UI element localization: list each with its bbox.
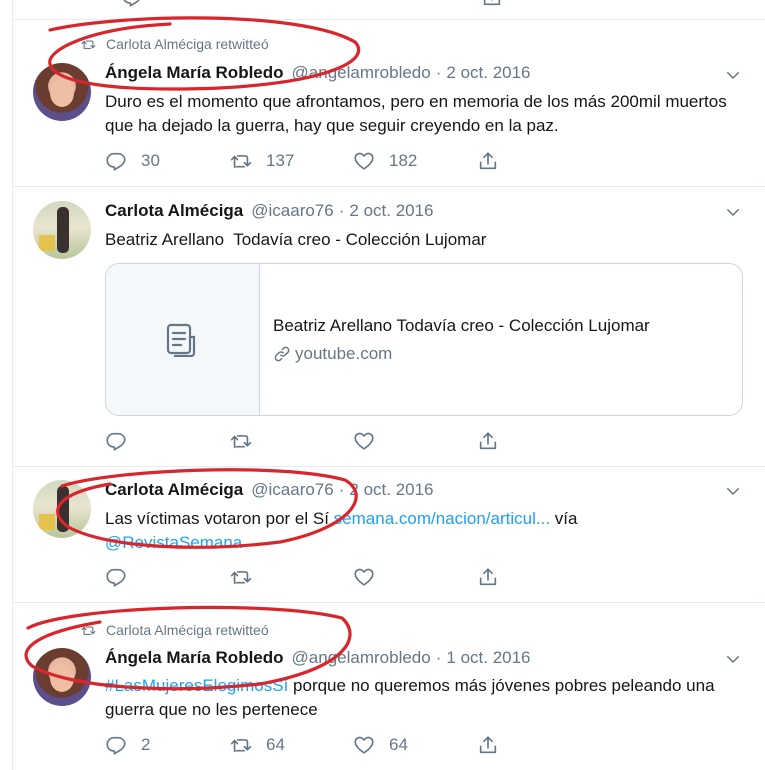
- retweeted-by[interactable]: Carlota Alméciga retwitteó: [106, 36, 269, 52]
- retweeted-by[interactable]: Carlota Alméciga retwitteó: [106, 622, 269, 638]
- avatar[interactable]: [33, 201, 91, 259]
- author-name[interactable]: Ángela María Robledo: [105, 648, 284, 668]
- card-url: youtube.com: [273, 344, 392, 364]
- retweet-icon: [230, 566, 252, 588]
- share-icon: [477, 734, 499, 756]
- tweet-text: Duro es el momento que afrontamos, pero …: [105, 92, 727, 135]
- tweet-date[interactable]: 2 oct. 2016: [349, 201, 433, 221]
- like-button[interactable]: [353, 566, 375, 588]
- tweet-header: Ángela María Robledo @angelamrobledo · 1…: [105, 648, 531, 668]
- divider: [13, 602, 765, 603]
- avatar[interactable]: [33, 480, 91, 538]
- share-button[interactable]: [477, 566, 499, 588]
- date-separator: ·: [338, 201, 345, 220]
- share-button[interactable]: [477, 430, 499, 452]
- retweet-button[interactable]: [230, 430, 252, 452]
- author-handle[interactable]: @icaaro76: [251, 480, 333, 500]
- retweet-button[interactable]: [230, 566, 252, 588]
- author-name[interactable]: Carlota Alméciga: [105, 201, 243, 221]
- divider: [13, 186, 765, 187]
- tweet-text: #LasMujeresElegimosSí porque no queremos…: [105, 674, 745, 722]
- author-name[interactable]: Carlota Alméciga: [105, 480, 243, 500]
- retweet-count: 64: [266, 735, 285, 754]
- retweet-icon: [230, 734, 252, 756]
- reply-count: 2: [141, 735, 151, 754]
- card-url-text: youtube.com: [295, 344, 393, 363]
- reply-count: 30: [141, 151, 160, 170]
- chevron-down-icon[interactable]: [724, 66, 742, 84]
- link-card[interactable]: Beatriz Arellano Todavía creo - Colecció…: [105, 263, 743, 416]
- tweet-date[interactable]: 2 oct. 2016: [349, 480, 433, 500]
- date-separator: ·: [338, 480, 345, 499]
- reply-button[interactable]: 30: [105, 150, 160, 172]
- avatar[interactable]: [33, 63, 91, 121]
- author-handle[interactable]: @angelamrobledo: [292, 648, 431, 668]
- timeline: Carlota Alméciga retwitteó Ángela María …: [12, 0, 765, 770]
- reply-icon: [105, 566, 127, 588]
- document-icon: [166, 323, 196, 357]
- card-title: Beatriz Arellano Todavía creo - Colecció…: [273, 316, 650, 335]
- like-icon: [353, 734, 375, 756]
- like-button[interactable]: [353, 430, 375, 452]
- date-separator: ·: [435, 648, 442, 667]
- author-handle[interactable]: @angelamrobledo: [292, 63, 431, 83]
- via-text: vía: [554, 509, 578, 528]
- tweet-header: Carlota Alméciga @icaaro76 · 2 oct. 2016: [105, 480, 434, 500]
- reply-icon: [105, 150, 127, 172]
- chevron-down-icon[interactable]: [724, 482, 742, 500]
- like-icon: [353, 150, 375, 172]
- like-count: 64: [389, 735, 408, 754]
- retweet-button[interactable]: 137: [230, 150, 294, 172]
- retweet-icon: [230, 150, 252, 172]
- tweet-date[interactable]: 2 oct. 2016: [446, 63, 530, 83]
- tweet-text: Las víctimas votaron por el Sí semana.co…: [105, 507, 745, 555]
- share-icon: [477, 150, 499, 172]
- like-icon: [353, 566, 375, 588]
- reply-icon: [105, 430, 127, 452]
- card-thumbnail: [106, 264, 260, 415]
- divider: [13, 19, 765, 20]
- share-button[interactable]: [477, 150, 499, 172]
- tweet-date[interactable]: 1 oct. 2016: [446, 648, 530, 668]
- share-icon: [477, 566, 499, 588]
- mention-link[interactable]: @RevistaSemana: [105, 533, 242, 552]
- share-button[interactable]: [477, 734, 499, 756]
- tweet-text: Beatriz Arellano Todavía creo - Colecció…: [105, 230, 487, 249]
- author-name[interactable]: Ángela María Robledo: [105, 63, 284, 83]
- retweet-icon: [230, 430, 252, 452]
- tweet-header: Carlota Alméciga @icaaro76 · 2 oct. 2016: [105, 201, 434, 221]
- link-icon: [273, 345, 291, 363]
- reply-button[interactable]: [105, 430, 127, 452]
- reply-icon[interactable]: [121, 0, 143, 8]
- hashtag-link[interactable]: #LasMujeresElegimosSí: [105, 676, 288, 695]
- like-button[interactable]: 182: [353, 150, 417, 172]
- author-handle[interactable]: @icaaro76: [251, 201, 333, 221]
- like-count: 182: [389, 151, 418, 170]
- reply-button[interactable]: [105, 566, 127, 588]
- tweet-text-start: Las víctimas votaron por el Sí: [105, 509, 329, 528]
- chevron-down-icon[interactable]: [724, 203, 742, 221]
- retweet-context: Carlota Alméciga retwitteó: [81, 36, 269, 52]
- retweet-count: 137: [266, 151, 295, 170]
- retweet-button[interactable]: 64: [230, 734, 285, 756]
- reply-button[interactable]: 2: [105, 734, 150, 756]
- retweet-context: Carlota Alméciga retwitteó: [81, 622, 269, 638]
- date-separator: ·: [435, 63, 442, 82]
- share-icon: [477, 430, 499, 452]
- retweet-icon: [81, 37, 96, 52]
- share-icon[interactable]: [481, 0, 503, 8]
- tweet-link[interactable]: semana.com/nacion/articul...: [334, 509, 550, 528]
- chevron-down-icon[interactable]: [724, 650, 742, 668]
- like-icon: [353, 430, 375, 452]
- tweet-header: Ángela María Robledo @angelamrobledo · 2…: [105, 63, 531, 83]
- divider: [13, 466, 765, 467]
- retweet-icon: [81, 623, 96, 638]
- like-button[interactable]: 64: [353, 734, 408, 756]
- avatar[interactable]: [33, 648, 91, 706]
- reply-icon: [105, 734, 127, 756]
